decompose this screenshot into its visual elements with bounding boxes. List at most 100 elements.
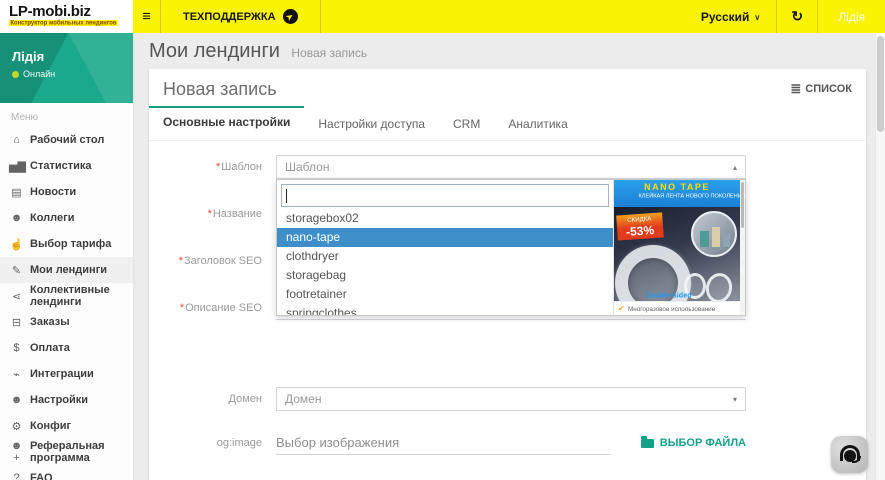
page-scrollbar-thumb[interactable]: [877, 36, 884, 132]
tab-main-settings[interactable]: Основные настройки: [149, 106, 304, 140]
question-icon: ?: [9, 472, 24, 480]
discount-badge-label: СКИДКА: [627, 215, 652, 223]
sidebar-item-label: Настройки: [30, 394, 88, 406]
domain-select[interactable]: Домен ▾: [276, 387, 746, 411]
menu-section-label: Меню: [0, 103, 133, 127]
seo-title-label: *Заголовок SEO: [149, 255, 276, 267]
breadcrumb: Мои лендинги Новая запись: [133, 33, 885, 63]
sidebar-item-statistics[interactable]: ▅▇ Статистика: [0, 153, 133, 179]
required-marker: *: [208, 208, 212, 220]
sidebar-item-orders[interactable]: ⊟ Заказы: [0, 309, 133, 335]
dollar-icon: $: [9, 342, 24, 354]
support-link[interactable]: ТЕХПОДДЕРЖКА ➤: [161, 0, 321, 33]
gears-icon: ⚙: [9, 420, 24, 433]
preview-benefit-row: ✔ Многоразовое использование: [614, 301, 740, 315]
online-status-dot: [12, 71, 19, 78]
sidebar-menu: ⌂ Рабочий стол ▅▇ Статистика ▤ Новости ☻…: [0, 127, 133, 480]
tab-analytics[interactable]: Аналитика: [494, 106, 581, 140]
dropdown-options: storagebox02 nano-tape clothdryer storag…: [277, 209, 613, 315]
support-label: ТЕХПОДДЕРЖКА: [183, 11, 276, 23]
dropdown-scrollbar-thumb[interactable]: [741, 182, 744, 228]
telegram-icon: ➤: [283, 9, 298, 24]
page-title: Мои лендинги: [149, 40, 280, 62]
dropdown-option[interactable]: storagebox02: [277, 209, 613, 228]
tab-access-settings[interactable]: Настройки доступа: [304, 106, 439, 140]
sidebar-item-collective-landings[interactable]: ⋖ Коллективные лендинги: [0, 283, 133, 309]
ogimage-label: og:image: [149, 437, 276, 449]
main-content: Мои лендинги Новая запись Новая запись ≣…: [133, 33, 885, 480]
sidebar-item-faq[interactable]: ? FAQ: [0, 465, 133, 480]
template-preview: NANO TAPE КЛЕЙКАЯ ЛЕНТА НОВОГО ПОКОЛЕНИЯ…: [613, 180, 740, 315]
dropdown-option[interactable]: springclothes: [277, 304, 613, 315]
sidebar-item-label: Оплата: [30, 342, 70, 354]
sidebar-item-settings[interactable]: ☻ Настройки: [0, 387, 133, 413]
sidebar-item-referral[interactable]: ☻+ Реферальная программа: [0, 439, 133, 465]
support-chat-widget[interactable]: [831, 436, 868, 473]
domain-control: Домен ▾: [276, 387, 746, 411]
name-label: *Название: [149, 208, 276, 220]
template-control: Шаблон ▴: [276, 155, 746, 179]
seo-desc-label: *Описание SEO: [149, 302, 276, 314]
dropdown-option[interactable]: clothdryer: [277, 247, 613, 266]
choose-file-button[interactable]: ВЫБОР ФАЙЛА: [641, 437, 746, 449]
dropdown-option[interactable]: footretainer: [277, 285, 613, 304]
users-icon: ☻: [9, 212, 24, 224]
user-status: Онлайн: [12, 69, 121, 79]
sidebar-item-tariff[interactable]: ☝ Выбор тарифа: [0, 231, 133, 257]
chevron-down-icon: ∨: [754, 13, 760, 22]
news-icon: ▤: [9, 186, 24, 199]
ogimage-control: ВЫБОР ФАЙЛА: [276, 431, 746, 455]
card-header: Новая запись ≣ СПИСОК: [149, 69, 866, 104]
header-username[interactable]: Лідія: [818, 0, 885, 33]
bar-chart-icon: ▅▇: [9, 160, 24, 173]
header-right: Русский ∨ ↻ Лідія: [685, 0, 885, 33]
sidebar-item-label: Реферальная программа: [30, 440, 124, 464]
sidebar-item-label: Рабочий стол: [30, 134, 104, 146]
template-select[interactable]: Шаблон ▴: [276, 155, 746, 179]
template-search-input[interactable]: [282, 185, 608, 206]
content-card: Новая запись ≣ СПИСОК Основные настройки…: [149, 69, 866, 480]
required-marker: *: [179, 255, 183, 267]
dropdown-option-highlighted[interactable]: nano-tape: [277, 228, 613, 247]
page-scrollbar[interactable]: [875, 33, 885, 480]
sidebar-item-label: Интеграции: [30, 368, 94, 380]
hand-pointer-icon: ☝: [9, 238, 24, 251]
preview-subtitle: КЛЕЙКАЯ ЛЕНТА НОВОГО ПОКОЛЕНИЯ: [639, 193, 716, 199]
sidebar-item-my-landings[interactable]: ✎ Мои лендинги: [0, 257, 133, 283]
sidebar-toggle-button[interactable]: ≡: [133, 0, 161, 33]
sidebar-item-news[interactable]: ▤ Новости: [0, 179, 133, 205]
ogimage-input[interactable]: [276, 431, 611, 455]
preview-inset-photo: [691, 211, 737, 257]
sidebar-item-payment[interactable]: $ Оплата: [0, 335, 133, 361]
dropdown-option[interactable]: storagebag: [277, 266, 613, 285]
sidebar-item-label: Выбор тарифа: [30, 238, 111, 250]
cart-icon: ⊟: [9, 316, 24, 329]
template-row: *Шаблон Шаблон ▴: [149, 155, 866, 179]
list-icon: ≣: [790, 82, 801, 95]
user-panel: Лідія Онлайн: [0, 33, 133, 103]
template-select-placeholder: Шаблон: [285, 160, 329, 174]
hamburger-icon: ≡: [142, 8, 151, 25]
sidebar-item-label: Коллективные лендинги: [30, 284, 124, 308]
preview-photo: СКИДКА -53% Double-sided: [614, 207, 740, 301]
dropdown-list-area: storagebox02 nano-tape clothdryer storag…: [277, 180, 613, 315]
list-button[interactable]: ≣ СПИСОК: [790, 82, 852, 95]
tab-bar: Основные настройки Настройки доступа CRM…: [149, 106, 866, 141]
page-subtitle: Новая запись: [291, 46, 367, 60]
language-selector[interactable]: Русский ∨: [685, 0, 776, 33]
logo[interactable]: LP-mobi.biz Конструктор мобильных лендин…: [0, 0, 133, 33]
sidebar-item-integrations[interactable]: ⌁ Интеграции: [0, 361, 133, 387]
tab-crm[interactable]: CRM: [439, 106, 494, 140]
sidebar-item-label: FAQ: [30, 472, 53, 480]
folder-icon: [641, 439, 654, 448]
card-title: Новая запись: [163, 79, 277, 100]
sidebar-item-label: Статистика: [30, 160, 92, 172]
dropdown-scrollbar[interactable]: [740, 180, 745, 315]
sidebar-item-desktop[interactable]: ⌂ Рабочий стол: [0, 127, 133, 153]
sidebar-item-config[interactable]: ⚙ Конфиг: [0, 413, 133, 439]
list-button-label: СПИСОК: [805, 83, 852, 95]
domain-row: Домен Домен ▾: [149, 387, 866, 411]
refresh-button[interactable]: ↻: [777, 0, 817, 33]
share-icon: ⋖: [9, 290, 24, 303]
sidebar-item-colleagues[interactable]: ☻ Коллеги: [0, 205, 133, 231]
